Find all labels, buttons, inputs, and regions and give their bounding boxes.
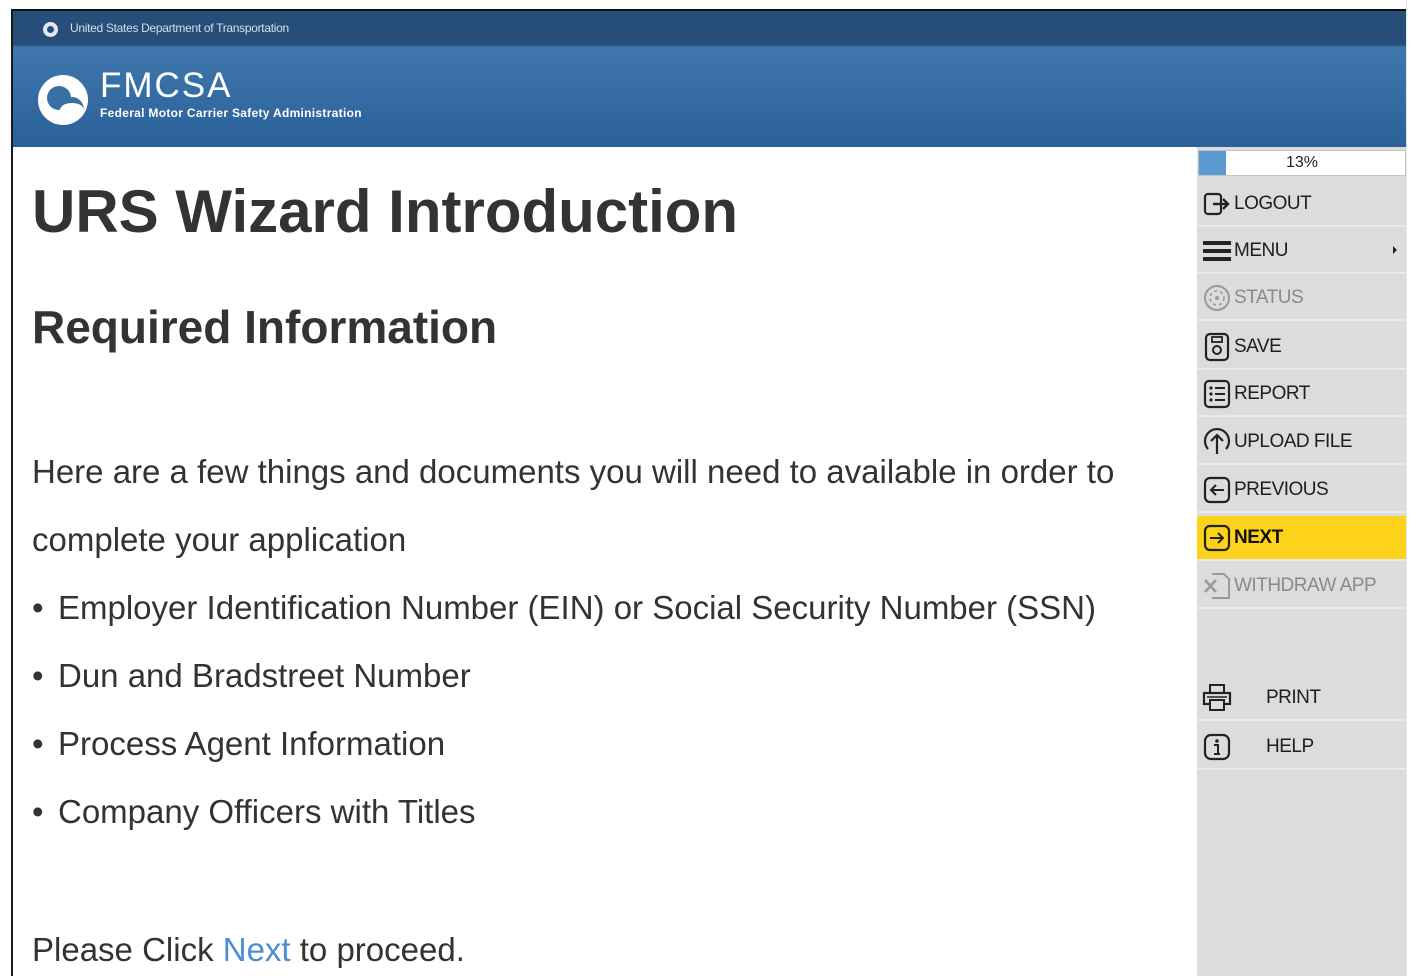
status-button[interactable]: STATUS (1197, 276, 1406, 321)
withdraw-app-button[interactable]: WITHDRAW APP (1197, 564, 1406, 609)
fmcsa-logo-icon (38, 75, 88, 125)
progress-label: 13% (1285, 154, 1319, 171)
right-gutter (1406, 0, 1418, 976)
help-button[interactable]: HELP (1197, 725, 1406, 770)
requirement-text: Dun and Bradstreet Number (58, 657, 471, 694)
requirement-text: Process Agent Information (58, 725, 446, 762)
requirements-list: • Employer Identification Number (EIN) or… (32, 589, 1096, 861)
list-item: • Company Officers with Titles (32, 793, 1096, 861)
menu-button[interactable]: MENU (1197, 229, 1406, 274)
help-label: HELP (1266, 735, 1314, 757)
agency-name: Federal Motor Carrier Safety Administrat… (100, 106, 362, 120)
intro-text-line-1: Here are a few things and documents you … (32, 453, 1115, 490)
bullet: • (32, 657, 44, 694)
site-header: United States Department of Transportati… (13, 11, 1406, 147)
status-icon (1200, 281, 1234, 315)
logout-button[interactable]: LOGOUT (1197, 182, 1406, 227)
bullet: • (32, 793, 44, 830)
requirement-text: Company Officers with Titles (58, 793, 476, 830)
bullet: • (32, 725, 44, 762)
next-icon (1200, 521, 1234, 555)
submenu-arrow-icon (1393, 246, 1397, 254)
requirement-text: Employer Identification Number (EIN) or … (58, 589, 1097, 626)
upload-file-label: UPLOAD FILE (1234, 430, 1353, 452)
print-button[interactable]: PRINT (1197, 676, 1406, 721)
report-icon (1200, 377, 1234, 411)
menu-label: MENU (1234, 239, 1288, 261)
proceed-suffix: to proceed. (290, 931, 465, 968)
withdraw-icon (1200, 569, 1234, 603)
window-top-border (11, 9, 1406, 11)
proceed-instruction: Please Click Next to proceed. (32, 931, 465, 969)
upload-file-button[interactable]: UPLOAD FILE (1197, 420, 1406, 465)
next-link[interactable]: Next (223, 931, 291, 968)
menu-icon (1200, 234, 1234, 268)
page-title: URS Wizard Introduction (32, 178, 739, 245)
agency-acronym: FMCSA (100, 66, 233, 105)
print-label: PRINT (1266, 686, 1321, 708)
report-button[interactable]: REPORT (1197, 372, 1406, 417)
logout-icon (1200, 187, 1234, 221)
save-label: SAVE (1234, 335, 1282, 357)
section-title: Required Information (32, 301, 498, 353)
list-item: • Dun and Bradstreet Number (32, 657, 1096, 725)
wizard-sidebar: 13% LOGOUT MENU STATUS SAVE REPORT UPLOA… (1197, 147, 1406, 976)
window-left-border (11, 10, 13, 976)
upload-icon (1200, 425, 1234, 459)
status-label: STATUS (1234, 286, 1304, 308)
list-item: • Process Agent Information (32, 725, 1096, 793)
bullet: • (32, 589, 44, 626)
intro-text-line-2: complete your application (32, 521, 407, 558)
progress-bar: 13% (1198, 150, 1406, 176)
help-icon (1200, 730, 1234, 764)
save-button[interactable]: SAVE (1197, 325, 1406, 370)
withdraw-app-label: WITHDRAW APP (1234, 574, 1377, 596)
save-icon (1200, 330, 1234, 364)
report-label: REPORT (1234, 382, 1310, 404)
dot-title: United States Department of Transportati… (70, 21, 289, 35)
previous-label: PREVIOUS (1234, 478, 1329, 500)
next-label: NEXT (1234, 526, 1283, 548)
proceed-prefix: Please Click (32, 931, 223, 968)
print-icon (1200, 681, 1234, 715)
previous-icon (1200, 473, 1234, 507)
logout-label: LOGOUT (1234, 192, 1312, 214)
previous-button[interactable]: PREVIOUS (1197, 468, 1406, 513)
next-button[interactable]: NEXT (1197, 516, 1406, 561)
app-window: United States Department of Transportati… (0, 0, 1418, 976)
list-item: • Employer Identification Number (EIN) or… (32, 589, 1096, 657)
dot-seal-icon (43, 22, 58, 37)
dot-banner: United States Department of Transportati… (13, 11, 1406, 45)
